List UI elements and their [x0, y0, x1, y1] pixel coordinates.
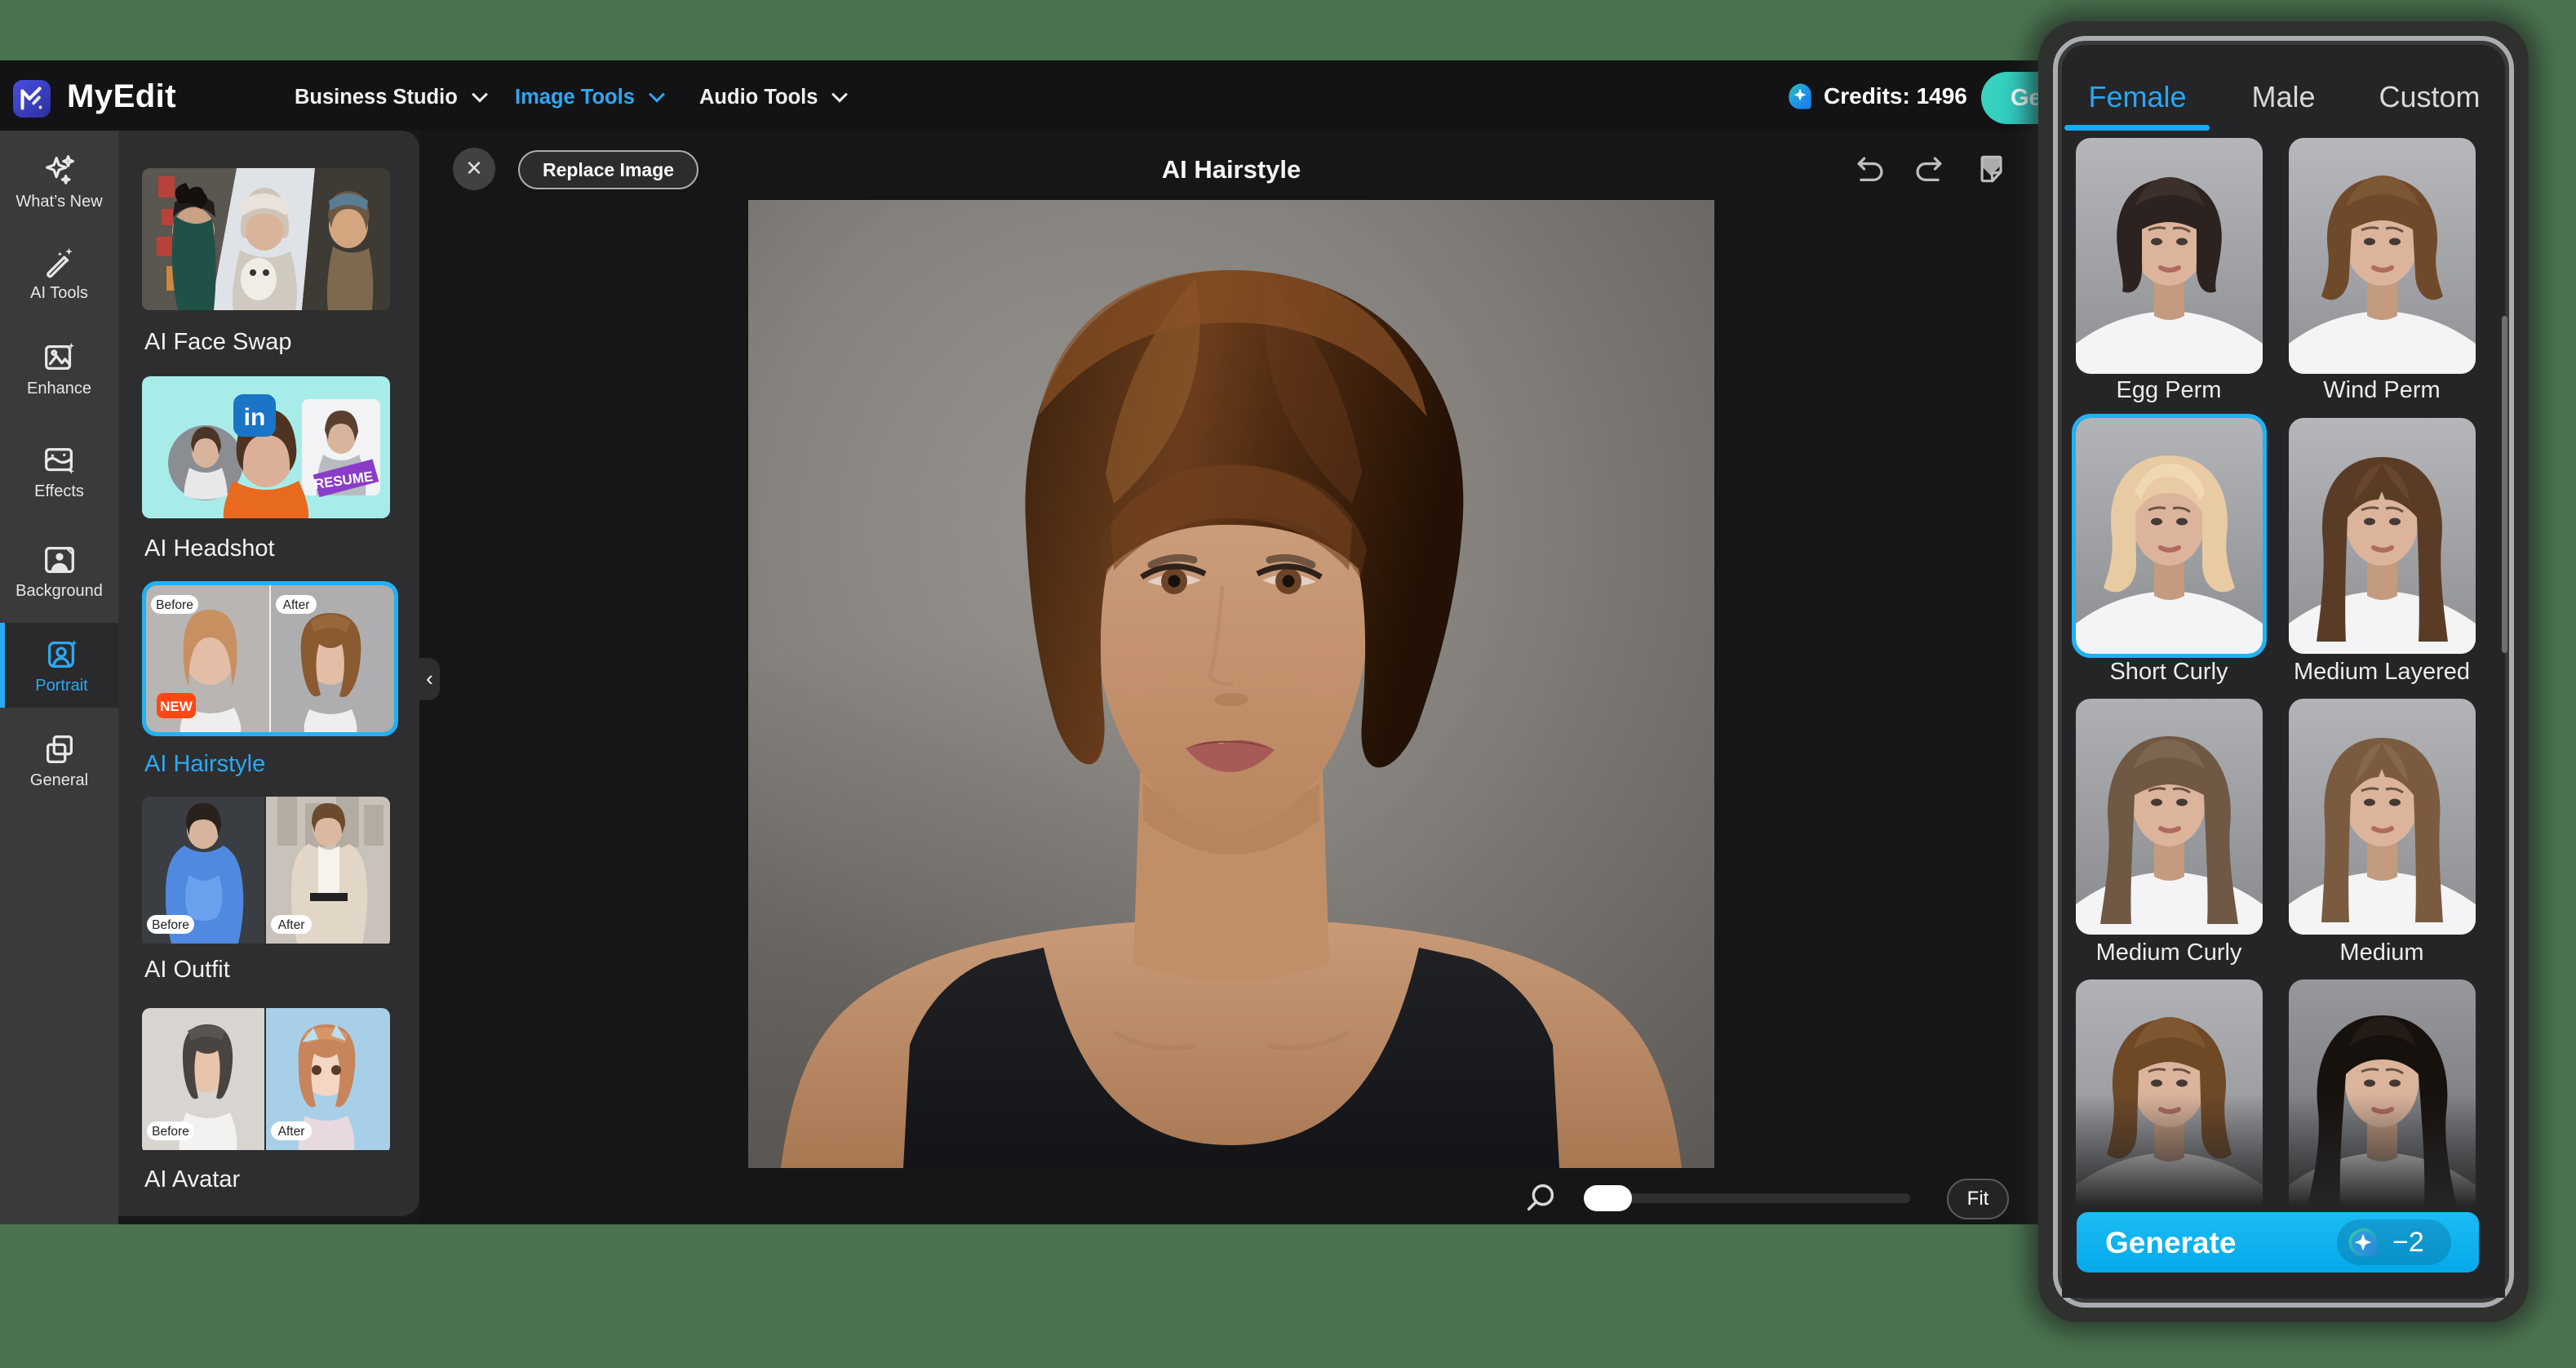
- svg-text:Before: Before: [152, 918, 189, 932]
- svg-text:After: After: [278, 1125, 305, 1139]
- svg-text:Before: Before: [152, 1125, 189, 1139]
- svg-text:NEW: NEW: [160, 699, 193, 714]
- svg-text:Before: Before: [156, 598, 193, 612]
- svg-text:After: After: [278, 918, 305, 932]
- svg-text:in: in: [244, 404, 266, 431]
- svg-text:After: After: [283, 598, 310, 612]
